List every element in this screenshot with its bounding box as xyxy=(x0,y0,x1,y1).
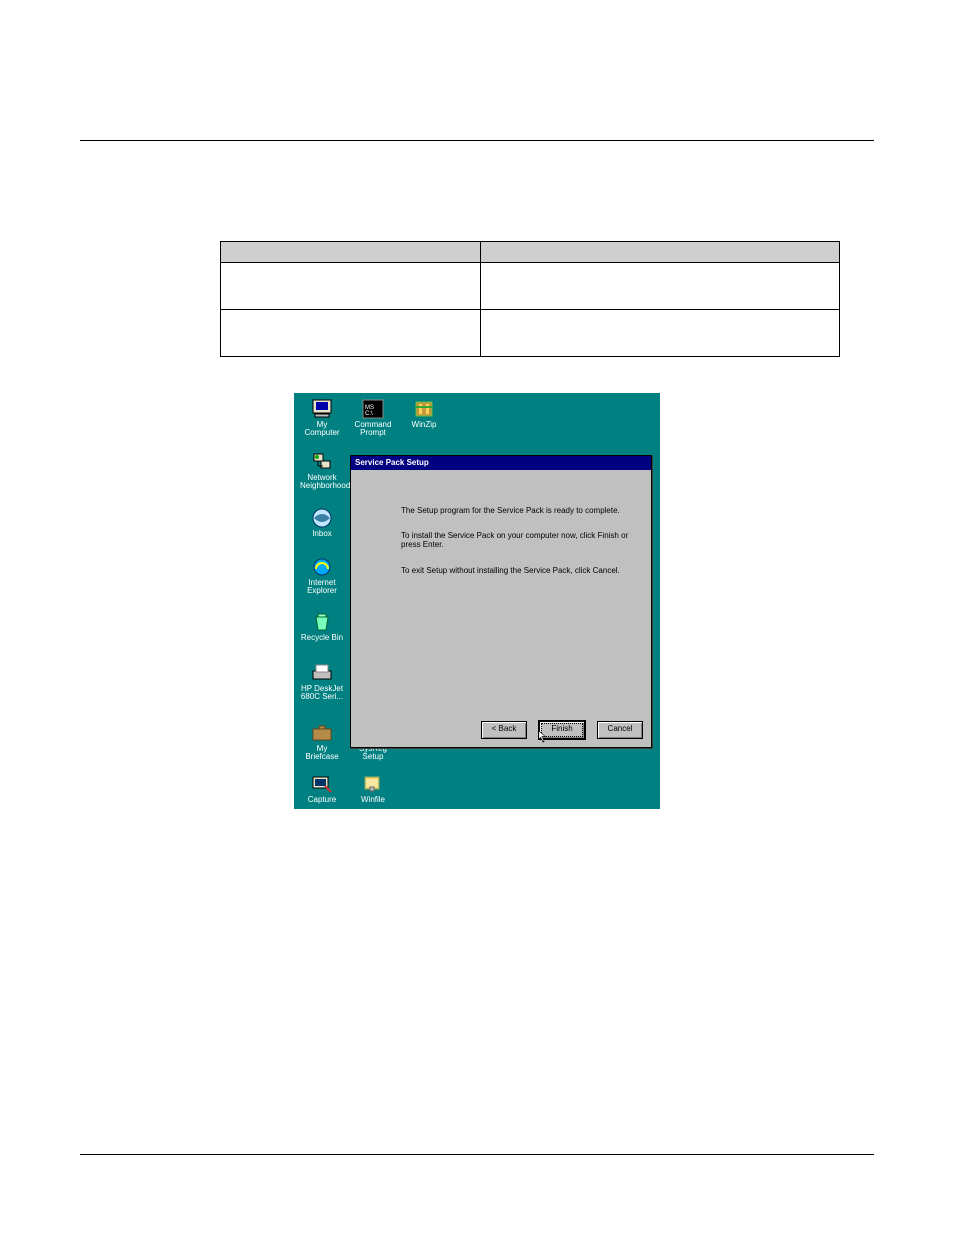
internet-explorer-icon[interactable]: Internet Explorer xyxy=(300,557,344,596)
table-cell xyxy=(221,310,481,357)
back-button[interactable]: < Back xyxy=(481,721,527,739)
table-row xyxy=(221,310,840,357)
table-row xyxy=(221,263,840,310)
table-cell xyxy=(481,263,840,310)
table-cell xyxy=(221,263,481,310)
command-prompt-icon[interactable]: MSC:\ Command Prompt xyxy=(351,399,395,438)
icon-label: Recycle Bin xyxy=(300,634,344,642)
dialog-button-row: < Back Finish Cancel xyxy=(481,721,643,739)
cancel-button[interactable]: Cancel xyxy=(597,721,643,739)
spec-table-wrap xyxy=(220,241,874,357)
winfile-icon[interactable]: Winfile xyxy=(351,774,395,804)
svg-text:C:\: C:\ xyxy=(365,411,373,417)
dialog-text: To exit Setup without installing the Ser… xyxy=(401,566,639,575)
my-computer-icon[interactable]: My Computer xyxy=(300,399,344,438)
divider-bottom xyxy=(80,1154,874,1155)
spec-table xyxy=(220,241,840,357)
dialog-titlebar[interactable]: Service Pack Setup xyxy=(351,456,651,470)
cursor-icon xyxy=(538,730,548,744)
capture-icon[interactable]: Capture xyxy=(300,774,344,804)
winzip-icon[interactable]: WinZip xyxy=(402,399,446,429)
icon-label: Capture xyxy=(300,796,344,804)
icon-label: WinZip xyxy=(402,421,446,429)
inbox-icon[interactable]: Inbox xyxy=(300,508,344,538)
screenshot-desktop: My Computer Network Neighborhood Inbox I… xyxy=(294,393,660,809)
dialog-title: Service Pack Setup xyxy=(355,458,429,467)
network-neighborhood-icon[interactable]: Network Neighborhood xyxy=(300,452,344,491)
icon-label: Command Prompt xyxy=(351,421,395,438)
dialog-text: The Setup program for the Service Pack i… xyxy=(401,506,639,515)
table-header-cell xyxy=(221,242,481,263)
icon-label: Inbox xyxy=(300,530,344,538)
my-briefcase-icon[interactable]: My Briefcase xyxy=(300,723,344,762)
divider-top xyxy=(80,140,874,141)
icon-label: Winfile xyxy=(351,796,395,804)
icon-label: HP DeskJet 680C Seri... xyxy=(300,685,344,702)
table-header-cell xyxy=(481,242,840,263)
dialog-body: The Setup program for the Service Pack i… xyxy=(351,470,651,601)
hp-deskjet-icon[interactable]: HP DeskJet 680C Seri... xyxy=(300,663,344,702)
service-pack-dialog: Service Pack Setup The Setup program for… xyxy=(350,455,652,748)
icon-label: My Briefcase xyxy=(300,745,344,762)
document-page: My Computer Network Neighborhood Inbox I… xyxy=(0,0,954,1235)
recycle-bin-icon[interactable]: Recycle Bin xyxy=(300,612,344,642)
dialog-text: To install the Service Pack on your comp… xyxy=(401,531,639,549)
icon-label: My Computer xyxy=(300,421,344,438)
icon-label: Internet Explorer xyxy=(300,579,344,596)
icon-label: Network Neighborhood xyxy=(300,474,344,491)
table-cell xyxy=(481,310,840,357)
table-header-row xyxy=(221,242,840,263)
